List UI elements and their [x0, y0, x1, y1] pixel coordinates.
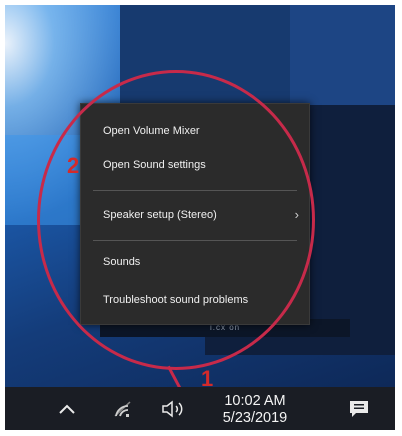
wifi-icon[interactable] [105, 387, 141, 430]
highlight-circle [37, 70, 315, 370]
clock-date: 5/23/2019 [222, 410, 288, 426]
chevron-up-icon[interactable] [49, 387, 85, 430]
wallpaper-pane [290, 5, 395, 105]
step-2-marker: 2 [67, 153, 80, 178]
clock-time: 10:02 AM [224, 393, 286, 409]
taskbar-clock[interactable]: 10:02 AM 5/23/2019 [210, 393, 300, 427]
notification-icon[interactable] [339, 387, 379, 430]
speaker-icon[interactable] [153, 387, 197, 430]
desktop: i.cx on Open Volume Mixer Open Sound set… [5, 5, 395, 430]
